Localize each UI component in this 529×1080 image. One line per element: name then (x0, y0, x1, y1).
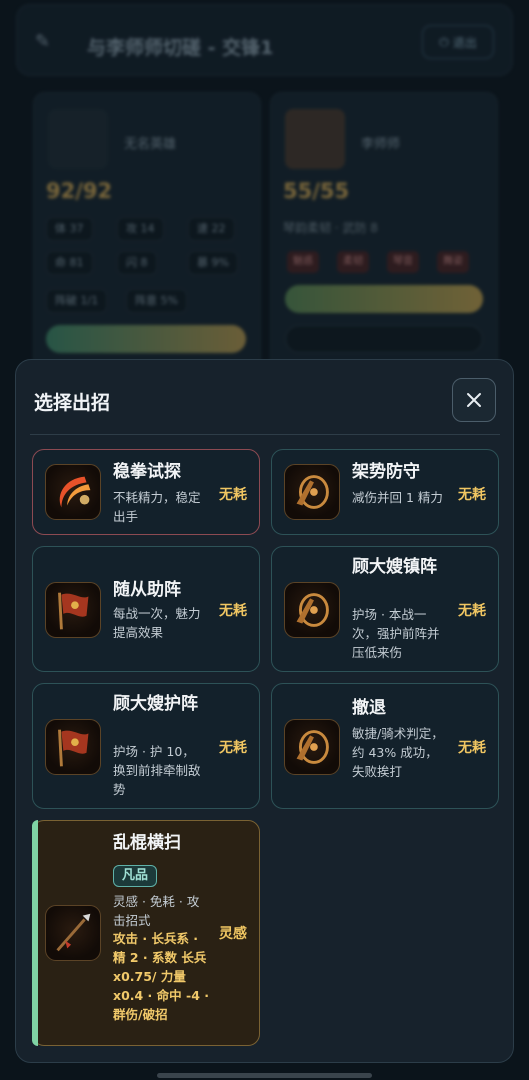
exit-icon: ⏻ (439, 34, 449, 49)
enemy-tag: 魅惑 (287, 251, 319, 273)
skill-name: 乱棍横扫 (113, 833, 181, 853)
skill-card-retinue-support[interactable]: 随从助阵 每战一次，魅力提高效果 无耗 (32, 546, 260, 672)
skill-cost: 无耗 (219, 603, 247, 619)
skill-cost: 无耗 (458, 740, 486, 756)
enemy-card: 李师师 55/55 琴韵柔韧 · 武防 8 魅惑 柔韧 琴音 舞姿 (270, 92, 498, 372)
skill-card-guard-stance[interactable]: 架势防守 减伤并回 1 精力 无耗 (271, 449, 499, 535)
stat-chip: 速 22 (188, 217, 235, 241)
player-hp-bar (46, 325, 246, 353)
stat-chip: 暴 9% (188, 251, 238, 275)
enemy-tag: 舞姿 (437, 251, 469, 273)
skill-name: 随从助阵 (113, 580, 181, 600)
banner-icon (45, 719, 101, 775)
modal-divider (30, 434, 500, 435)
skill-cost: 无耗 (458, 603, 486, 619)
modal-title: 选择出招 (34, 392, 111, 414)
player-hp: 92/92 (46, 179, 113, 203)
battle-title: 与李师师切磋 - 交锋1 (87, 37, 274, 59)
pencil-icon: ✎ (35, 31, 51, 52)
skill-cost: 无耗 (219, 487, 247, 503)
exit-label: 退出 (452, 35, 477, 50)
skill-desc: 敏捷/骑术判定，约 43% 成功，失败挨打 (352, 726, 444, 779)
stat-chip: 攻 14 (117, 217, 164, 241)
player-avatar (48, 109, 108, 169)
player-name: 无名英雄 (124, 137, 177, 152)
stat-chip: 阵破 1/1 (46, 289, 108, 313)
enemy-hp: 55/55 (283, 179, 350, 203)
enemy-hp-bar (285, 285, 483, 313)
close-button[interactable] (452, 378, 496, 422)
enemy-name: 李师师 (361, 137, 401, 152)
slash-icon (45, 464, 101, 520)
skill-name: 稳拳试探 (113, 462, 181, 482)
skill-desc: 不耗精力，稳定出手 (113, 490, 201, 524)
shield-icon (284, 719, 340, 775)
exit-button: ⏻ 退出 (422, 25, 494, 59)
skill-cost: 无耗 (458, 487, 486, 503)
stat-chip: 阵意 5% (126, 289, 187, 313)
grade-badge: 凡品 (113, 865, 158, 887)
battle-header: ✎ 与李师师切磋 - 交锋1 ⏻ 退出 (16, 4, 513, 76)
banner-icon (45, 582, 101, 638)
enemy-avatar (285, 109, 345, 169)
close-icon (467, 393, 481, 407)
enemy-energy-bar (285, 325, 483, 353)
skill-card-probe-punch[interactable]: 稳拳试探 不耗精力，稳定出手 无耗 (32, 449, 260, 535)
enemy-tag: 柔韧 (337, 251, 369, 273)
shield-icon (284, 582, 340, 638)
skill-name: 顾大嫂镇阵 (352, 557, 437, 577)
stat-chip: 命 81 (46, 251, 93, 275)
home-indicator (157, 1073, 372, 1078)
skill-card-chaos-staff-sweep[interactable]: 乱棍横扫 凡品 灵感 · 免耗 · 攻击招式 攻击 · 长兵系 · 精 2 · … (32, 820, 260, 1046)
skill-desc: 减伤并回 1 精力 (352, 490, 443, 505)
skill-cost: 无耗 (219, 740, 247, 756)
spear-icon (45, 905, 101, 961)
skill-attributes: 攻击 · 长兵系 · 精 2 · 系数 长兵 x0.75/ 力量 x0.4 · … (113, 931, 209, 1022)
skill-name: 架势防守 (352, 462, 420, 482)
enemy-tag: 琴音 (387, 251, 419, 273)
enemy-subtitle: 琴韵柔韧 · 武防 8 (283, 221, 378, 235)
stat-chip: 闪 8 (117, 251, 157, 275)
skill-name: 顾大嫂护阵 (113, 694, 198, 714)
shield-icon (284, 464, 340, 520)
skill-desc: 每战一次，魅力提高效果 (113, 606, 201, 640)
select-move-modal: 选择出招 稳拳试探 不耗精力，稳定出手 无耗 架势防守 减伤并回 1 精力 无耗… (15, 359, 514, 1063)
skill-name: 撤退 (352, 698, 386, 718)
skill-desc: 护场 · 护 10，换到前排牵制敌势 (113, 744, 201, 797)
skill-desc: 灵感 · 免耗 · 攻击招式 (113, 894, 200, 928)
player-card: 无名英雄 92/92 体 37 攻 14 速 22 命 81 闪 8 暴 9% … (33, 92, 261, 372)
skill-desc: 护场 · 本战一次，强护前阵并压低来伤 (352, 607, 440, 660)
skill-cost: 灵感 (219, 926, 247, 942)
skill-card-gu-guard-formation[interactable]: 顾大嫂镇阵 护场 · 本战一次，强护前阵并压低来伤 无耗 (271, 546, 499, 672)
skill-card-retreat[interactable]: 撤退 敏捷/骑术判定，约 43% 成功，失败挨打 无耗 (271, 683, 499, 809)
stat-chip: 体 37 (46, 217, 93, 241)
skill-card-gu-protect-formation[interactable]: 顾大嫂护阵 护场 · 护 10，换到前排牵制敌势 无耗 (32, 683, 260, 809)
